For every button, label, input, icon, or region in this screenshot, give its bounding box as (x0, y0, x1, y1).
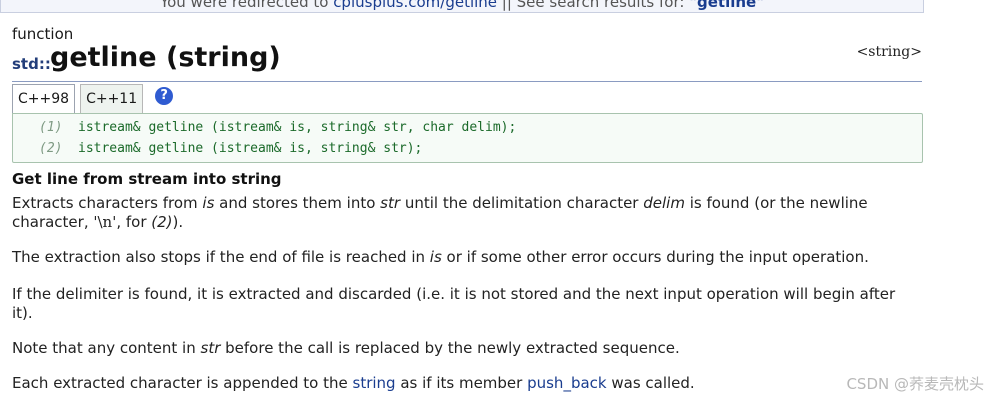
p1-text-2: and stores them into (214, 194, 381, 212)
paragraph-3: If the delimiter is found, it is extract… (12, 285, 896, 322)
string-link[interactable]: string (353, 374, 396, 392)
csdn-watermark: CSDN @荞麦壳枕头 (846, 375, 984, 393)
p1-text-1: Extracts characters from (12, 194, 203, 212)
p5-text-2: as if its member (395, 374, 528, 392)
prototype-reference: (2) (151, 213, 173, 231)
paragraph-5: Each extracted character is appended to … (12, 374, 917, 393)
redirect-prefix: You were redirected to (159, 0, 334, 11)
header-reference-link[interactable]: <string> (857, 44, 922, 60)
p5-text-3: was called. (606, 374, 695, 392)
redirect-link[interactable]: cplusplus.com/getline (333, 0, 497, 11)
p4-text-1: Note that any content in (12, 339, 201, 357)
redirect-banner: You were redirected to cplusplus.com/get… (0, 0, 924, 13)
search-results-link[interactable]: "getline" (689, 0, 764, 11)
newline-literal: '\n' (93, 213, 117, 231)
tab-cpp98[interactable]: C++98 (12, 84, 76, 113)
p2-text-2: or if some other error occurs during the… (441, 248, 869, 266)
p4-text-2: before the call is replaced by the newly… (220, 339, 680, 357)
prototype-box: (1) istream& getline (istream& is, strin… (12, 113, 923, 163)
param-str: str (200, 339, 221, 357)
redirect-separator: || See search results for: (497, 0, 690, 11)
prototype-number: (2) (39, 141, 63, 156)
p1-text-3: until the delimitation character (400, 194, 644, 212)
param-str: str (380, 194, 401, 212)
version-tabs: C++98 C++11 ? (12, 84, 174, 113)
namespace-label: std:: (12, 55, 51, 73)
page-title: getline (string) (50, 42, 281, 73)
param-delim: delim (643, 194, 685, 212)
doc-kind-label: function (12, 25, 74, 43)
push-back-link[interactable]: push_back (527, 374, 607, 392)
prototype-row: (2) istream& getline (istream& is, strin… (13, 139, 922, 159)
paragraph-2: The extraction also stops if the end of … (12, 248, 917, 267)
prototype-code: istream& getline (istream& is, string& s… (78, 120, 517, 135)
section-title: Get line from stream into string (12, 170, 282, 188)
help-icon[interactable]: ? (155, 87, 174, 105)
paragraph-4: Note that any content in str before the … (12, 339, 917, 358)
prototype-number: (1) (39, 120, 63, 135)
prototype-code: istream& getline (istream& is, string& s… (78, 141, 423, 156)
p5-text-1: Each extracted character is appended to … (12, 374, 353, 392)
tab-cpp11[interactable]: C++11 (80, 84, 144, 113)
param-is: is (202, 194, 215, 212)
title-divider (12, 81, 922, 82)
prototype-row: (1) istream& getline (istream& is, strin… (13, 118, 922, 138)
param-is: is (429, 248, 442, 266)
p1-text-5: , for (116, 213, 152, 231)
paragraph-1: Extracts characters from is and stores t… (12, 194, 917, 232)
p2-text-1: The extraction also stops if the end of … (12, 248, 430, 266)
p1-text-6: ). (172, 213, 184, 231)
